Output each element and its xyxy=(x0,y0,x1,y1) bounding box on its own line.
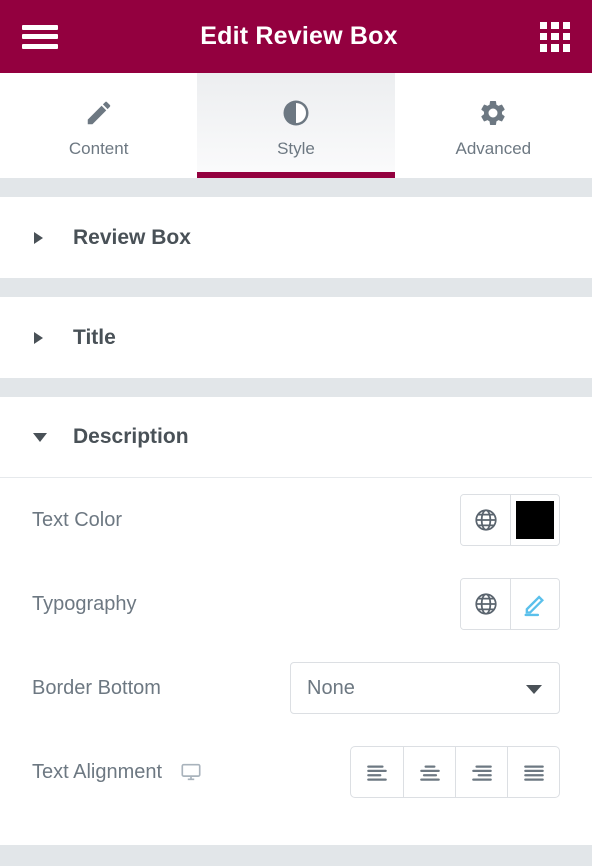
border-bottom-select[interactable]: None xyxy=(290,662,560,714)
control-label: Border Bottom xyxy=(32,676,161,699)
grid-dot xyxy=(551,21,559,29)
hamburger-menu-icon[interactable] xyxy=(22,23,58,51)
gear-icon xyxy=(478,98,508,128)
control-label: Text Alignment xyxy=(32,760,163,783)
panel-bottom-band xyxy=(0,845,592,866)
grid-dot xyxy=(540,21,548,29)
hamburger-bar xyxy=(22,24,58,30)
desktop-monitor-icon[interactable] xyxy=(180,761,202,783)
section-title: Review Box xyxy=(73,225,191,249)
control-label: Text Color xyxy=(32,508,123,531)
section-separator xyxy=(0,178,592,197)
elementor-edit-panel: Edit Review Box Content Style Advanced R… xyxy=(0,0,592,866)
panel-header: Edit Review Box xyxy=(0,0,592,73)
text-color-picker-group xyxy=(460,494,560,546)
description-controls: Text Color Typography Border Bottom None… xyxy=(0,478,592,845)
panel-tabs: Content Style Advanced xyxy=(0,73,592,178)
grid-apps-icon[interactable] xyxy=(540,21,570,52)
tab-label: Style xyxy=(277,139,315,158)
control-text-color: Text Color xyxy=(32,478,560,562)
control-label: Typography xyxy=(32,592,137,615)
align-center-icon[interactable] xyxy=(403,747,455,797)
globe-icon[interactable] xyxy=(461,579,510,629)
section-header-title[interactable]: Title xyxy=(0,297,592,378)
pencil-edit-icon[interactable] xyxy=(510,579,559,629)
grid-dot xyxy=(540,32,548,41)
contrast-circle-icon xyxy=(281,98,311,128)
tab-style[interactable]: Style xyxy=(197,73,395,178)
pencil-icon xyxy=(84,98,114,128)
tab-content[interactable]: Content xyxy=(0,73,197,178)
chevron-down-icon xyxy=(34,433,54,442)
grid-dot xyxy=(562,21,570,29)
section-header-description[interactable]: Description xyxy=(0,397,592,478)
grid-dot xyxy=(551,32,559,41)
page-title: Edit Review Box xyxy=(200,22,398,50)
align-right-icon[interactable] xyxy=(455,747,507,797)
section-separator xyxy=(0,378,592,397)
chevron-right-icon xyxy=(34,332,54,344)
hamburger-bar xyxy=(22,34,58,39)
tab-label: Content xyxy=(68,139,129,158)
typography-button-group xyxy=(460,578,560,630)
control-border-bottom: Border Bottom None xyxy=(32,646,560,730)
tab-label: Advanced xyxy=(455,139,532,158)
color-swatch xyxy=(516,501,554,539)
grid-dot xyxy=(562,44,570,52)
text-alignment-button-group xyxy=(350,746,560,798)
grid-dot xyxy=(562,32,570,41)
control-label-wrap: Text Alignment xyxy=(32,761,202,784)
grid-dot xyxy=(551,44,559,52)
tab-advanced[interactable]: Advanced xyxy=(395,73,592,178)
align-left-icon[interactable] xyxy=(351,747,403,797)
chevron-right-icon xyxy=(34,232,54,244)
section-separator xyxy=(0,278,592,297)
section-header-review-box[interactable]: Review Box xyxy=(0,197,592,278)
color-swatch-button[interactable] xyxy=(510,495,559,545)
control-typography: Typography xyxy=(32,562,560,646)
align-justify-icon[interactable] xyxy=(507,747,559,797)
section-title: Title xyxy=(73,325,116,349)
control-text-alignment: Text Alignment xyxy=(32,730,560,814)
section-title: Description xyxy=(73,425,189,448)
globe-icon[interactable] xyxy=(461,495,510,545)
hamburger-bar xyxy=(22,43,58,49)
border-bottom-select-wrap: None xyxy=(290,662,560,714)
grid-dot xyxy=(540,44,548,52)
